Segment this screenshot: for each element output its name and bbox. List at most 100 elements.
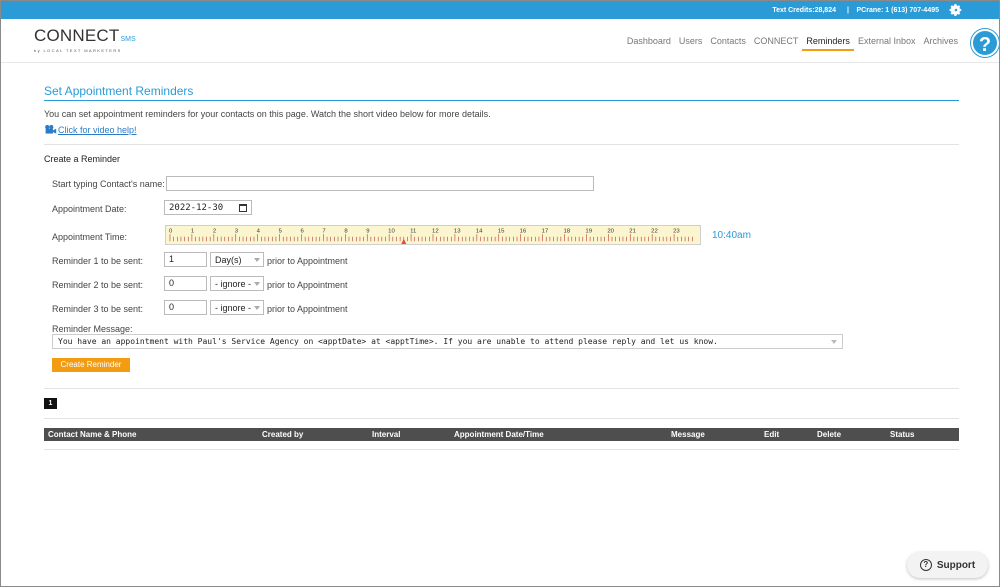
reminder3-prior-text: prior to Appointment [267, 304, 348, 314]
hour-tick-label: 4 [257, 229, 260, 235]
hour-tick-label: 6 [300, 229, 303, 235]
hour-tick-label: 13 [454, 229, 461, 235]
create-reminder-button[interactable]: Create Reminder [52, 358, 130, 372]
hour-tick-label: 15 [498, 229, 505, 235]
help-circle-icon: ? [919, 559, 932, 571]
chevron-down-icon [254, 282, 260, 286]
video-help-link[interactable]: Click for video help! [44, 124, 137, 135]
hour-tick-label: 21 [629, 229, 636, 235]
support-label: Support [936, 559, 976, 571]
nav-users[interactable]: Users [675, 36, 707, 51]
hour-tick-label: 5 [279, 229, 282, 235]
title-divider [44, 100, 959, 101]
video-camera-icon [45, 125, 57, 134]
hour-tick-label: 22 [651, 229, 658, 235]
col-message: Message [671, 430, 705, 439]
hour-tick-label: 19 [585, 229, 592, 235]
reminder1-unit-value: Day(s) [215, 255, 242, 265]
main-nav: Dashboard Users Contacts CONNECT Reminde… [623, 36, 962, 51]
chevron-down-icon [831, 340, 837, 344]
appointment-time-label: Appointment Time: [52, 232, 128, 242]
contact-name-label: Start typing Contact's name: [52, 179, 165, 189]
logo-brand: CONNECT [34, 26, 120, 45]
section-divider [44, 144, 959, 145]
appointment-date-input[interactable]: 2022-12-30 [164, 200, 252, 215]
appointment-date-value: 2022-12-30 [169, 202, 224, 213]
hour-tick-label: 23 [673, 229, 680, 235]
col-contact: Contact Name & Phone [48, 430, 137, 439]
top-bar: Text Credits:28,824 | PCrane: 1 (613) 70… [1, 1, 999, 19]
video-help-link-text[interactable]: Click for video help! [58, 125, 137, 135]
hour-tick-label: 2 [213, 229, 216, 235]
section-divider [44, 388, 959, 389]
intro-text: You can set appointment reminders for yo… [44, 109, 491, 119]
app-window: Text Credits:28,824 | PCrane: 1 (613) 70… [0, 0, 1000, 587]
reminder3-label: Reminder 3 to be sent: [52, 304, 144, 314]
reminder2-amount-input[interactable]: 0 [164, 276, 207, 291]
hour-tick-label: 9 [366, 229, 369, 235]
nav-contacts[interactable]: Contacts [706, 36, 750, 51]
reminder1-label: Reminder 1 to be sent: [52, 256, 144, 266]
logo[interactable]: CONNECTSMS by LOCAL TEXT MARKETERS [34, 26, 136, 53]
reminder-message-value: You have an appointment with Paul's Serv… [58, 337, 718, 346]
hour-tick-label: 16 [520, 229, 527, 235]
time-marker[interactable] [401, 238, 407, 244]
help-icon[interactable]: ? [971, 29, 999, 57]
reminder3-unit-value: - ignore - [215, 303, 252, 313]
time-readout: 10:40am [712, 230, 751, 241]
reminder1-prior-text: prior to Appointment [267, 256, 348, 266]
reminder3-unit-select[interactable]: - ignore - [210, 300, 264, 315]
header-divider [1, 62, 999, 63]
nav-connect[interactable]: CONNECT [750, 36, 803, 51]
col-status: Status [890, 430, 915, 439]
calendar-icon[interactable] [239, 203, 247, 212]
create-reminder-heading: Create a Reminder [44, 154, 121, 164]
hour-tick-label: 3 [235, 229, 238, 235]
hour-tick-label: 18 [564, 229, 571, 235]
hour-tick-label: 14 [476, 229, 483, 235]
hour-tick-label: 12 [432, 229, 439, 235]
page-title: Set Appointment Reminders [44, 84, 194, 98]
reminder3-amount-input[interactable]: 0 [164, 300, 207, 315]
chevron-down-icon [254, 258, 260, 262]
logo-sms: SMS [120, 36, 136, 43]
text-credits: Text Credits:28,824 [772, 7, 836, 14]
reminder-message-select[interactable]: You have an appointment with Paul's Serv… [52, 334, 843, 349]
col-appointment: Appointment Date/Time [454, 430, 544, 439]
hour-tick-label: 1 [191, 229, 194, 235]
col-created-by: Created by [262, 430, 304, 439]
pagination-page-1[interactable]: 1 [44, 398, 57, 409]
reminder2-unit-value: - ignore - [215, 279, 252, 289]
support-button[interactable]: ? Support [907, 552, 988, 578]
table-bottom-divider [44, 449, 959, 450]
reminder2-unit-select[interactable]: - ignore - [210, 276, 264, 291]
hour-tick-label: 7 [322, 229, 325, 235]
hour-tick-label: 20 [607, 229, 614, 235]
reminders-table-header: Contact Name & Phone Created by Interval… [44, 428, 959, 441]
nav-dashboard[interactable]: Dashboard [623, 36, 675, 51]
reminder1-unit-select[interactable]: Day(s) [210, 252, 264, 267]
hour-tick-label: 17 [542, 229, 549, 235]
col-interval: Interval [372, 430, 401, 439]
section-divider [44, 418, 959, 419]
hour-tick-label: 8 [344, 229, 347, 235]
nav-archives[interactable]: Archives [919, 36, 962, 51]
reminder1-amount-input[interactable]: 1 [164, 252, 207, 267]
nav-reminders[interactable]: Reminders [802, 36, 854, 51]
col-delete: Delete [817, 430, 842, 439]
reminder-message-label: Reminder Message: [52, 324, 133, 334]
appointment-date-label: Appointment Date: [52, 204, 127, 214]
hour-tick-label: 0 [169, 229, 172, 235]
account-user[interactable]: PCrane: 1 (613) 707-4495 [857, 7, 940, 14]
nav-external-inbox[interactable]: External Inbox [854, 36, 920, 51]
reminder2-prior-text: prior to Appointment [267, 280, 348, 290]
contact-name-input[interactable] [166, 176, 594, 191]
time-slider[interactable]: 0 1 2 3 4 5 6 7 8 9 10 11 12 13 14 15 16 17 18 19 20 21 22 23 [165, 225, 701, 245]
reminder2-label: Reminder 2 to be sent: [52, 280, 144, 290]
chevron-down-icon [254, 306, 260, 310]
hour-tick-label: 10 [388, 229, 395, 235]
topbar-separator: | [847, 7, 849, 14]
col-edit: Edit [764, 430, 780, 439]
hour-tick-label: 11 [410, 229, 416, 235]
gear-icon[interactable] [949, 3, 963, 17]
